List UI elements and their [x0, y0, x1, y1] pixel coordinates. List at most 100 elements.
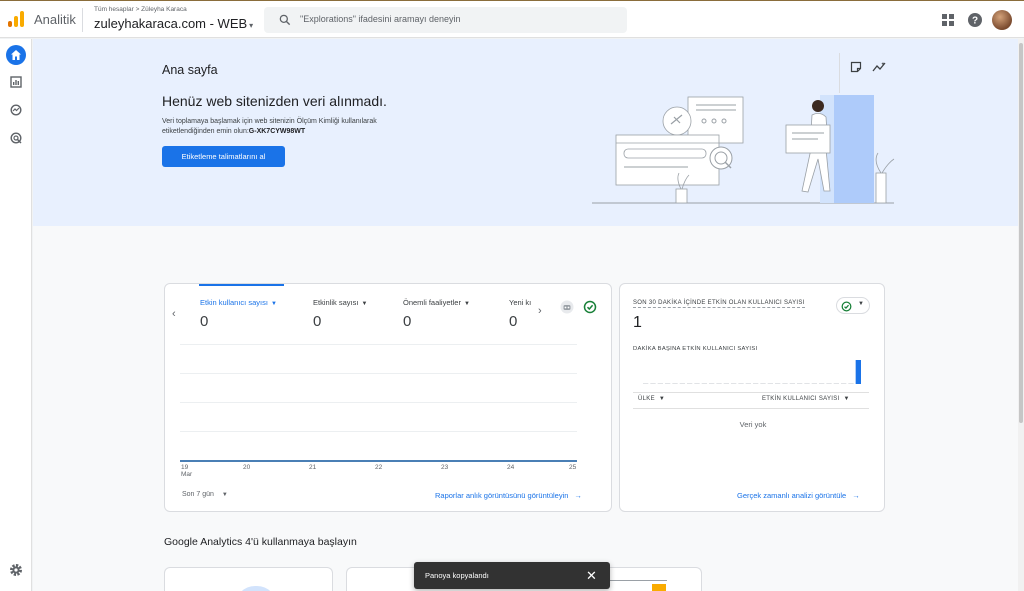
caret-down-icon: ▼ [361, 301, 368, 307]
card-illustration [235, 586, 277, 591]
main-content: Ana sayfa Henüz web sitenizden veri alın… [33, 39, 1018, 591]
caret-down-icon: ▼ [843, 396, 850, 402]
minute-bar [701, 383, 707, 384]
metrics-overview-card: ‹ Etkin kullanıcı sayısı ▼ 0 Etkinlik say… [164, 283, 612, 512]
x-tick: 24 [507, 464, 515, 471]
measurement-id: G-XK7CYW98WT [248, 128, 306, 135]
search-placeholder: "Explorations" ifadesini aramayı deneyin [300, 14, 461, 24]
realtime-status-menu[interactable]: ▼ [836, 297, 870, 314]
search-icon [279, 14, 291, 26]
tab-label: Yeni kı [509, 298, 532, 307]
divider [633, 408, 869, 409]
nav-reports[interactable] [6, 72, 26, 92]
analytics-logo-icon[interactable] [8, 11, 24, 27]
column-country[interactable]: ÜLKE ▼ [638, 396, 665, 402]
x-tick: 20 [243, 464, 251, 471]
tab-key-events[interactable]: Önemli faaliyetler ▼ 0 [403, 298, 470, 330]
target-icon [10, 132, 22, 144]
help-icon[interactable]: ? [967, 12, 983, 28]
left-navigation-rail [0, 39, 32, 591]
property-selector[interactable]: zuleyhakaraca.com - WEB ▾ [94, 16, 253, 31]
minute-bar [745, 383, 751, 384]
view-realtime-link[interactable]: Gerçek zamanlı analizi görüntüle → [737, 491, 860, 500]
header-divider [82, 8, 83, 32]
caret-down-icon: ▼ [463, 301, 470, 307]
minute-bar [679, 383, 685, 384]
caret-down-icon: ▼ [858, 301, 864, 307]
active-users-line [180, 460, 577, 462]
tab-new-users[interactable]: Yeni kı 0 [509, 298, 531, 330]
getting-started-card[interactable] [164, 567, 333, 591]
svg-text:?: ? [972, 16, 978, 27]
realtime-title[interactable]: SON 30 DAKİKA İÇİNDE ETKİN OLAN KULLANIC… [633, 300, 805, 308]
minute-bar [716, 383, 722, 384]
page-title: Ana sayfa [162, 63, 218, 77]
no-data-heading: Henüz web sitenizden veri alınmadı. [162, 93, 387, 109]
home-icon [11, 50, 21, 60]
minute-bar [731, 383, 737, 384]
date-range-selector[interactable]: Son 7 gün ▼ [182, 491, 228, 498]
tab-label: Önemli faaliyetler [403, 298, 461, 307]
caret-down-icon: ▼ [221, 492, 228, 498]
breadcrumb-separator: > [135, 6, 140, 13]
insights-icon[interactable] [872, 61, 886, 73]
check-circle-icon[interactable] [583, 300, 597, 314]
vertical-scrollbar[interactable] [1018, 39, 1024, 591]
minute-bar [687, 383, 693, 384]
minute-bar [782, 383, 788, 384]
arrow-right-icon: → [852, 491, 860, 500]
chevron-left-icon[interactable]: ‹ [172, 308, 176, 320]
check-circle-icon [841, 301, 852, 311]
x-tick: 25 [569, 464, 577, 471]
minute-bar [760, 383, 766, 384]
hero-tools [839, 53, 891, 93]
get-tagging-instructions-button[interactable]: Etiketleme talimatlarını al [162, 146, 285, 167]
avatar[interactable] [992, 10, 1012, 30]
column-active-users[interactable]: ETKİN KULLANICI SAYISI ▼ [762, 396, 850, 402]
close-icon[interactable]: ✕ [586, 568, 597, 584]
x-month: Mar [181, 471, 193, 478]
gear-icon[interactable] [8, 562, 24, 578]
apps-grid-icon[interactable] [940, 12, 956, 28]
divider [633, 392, 869, 393]
breadcrumb-account[interactable]: Züleyha Karaca [141, 6, 187, 13]
insights-bot-icon[interactable] [560, 300, 574, 314]
app-name[interactable]: Analitik [34, 12, 76, 27]
search-bar[interactable]: "Explorations" ifadesini aramayı deneyin [264, 7, 627, 33]
chevron-right-icon[interactable]: › [538, 305, 542, 317]
x-tick: 19 Mar [181, 464, 193, 478]
top-app-bar: Analitik Tüm hesaplar > Züleyha Karaca z… [0, 0, 1024, 38]
per-minute-subtitle: DAKİKA BAŞINA ETKİN KULLANICI SAYISI [633, 346, 758, 352]
minute-bar [797, 383, 803, 384]
minute-bar [841, 383, 847, 384]
minute-bar [672, 383, 678, 384]
nav-home[interactable] [6, 45, 26, 65]
minute-bar [833, 383, 839, 384]
nav-advertising[interactable] [6, 128, 26, 148]
account-breadcrumb[interactable]: Tüm hesaplar > Züleyha Karaca [94, 6, 187, 13]
metric-value: 0 [200, 313, 209, 330]
tab-event-count[interactable]: Etkinlik sayısı ▼ 0 [313, 298, 367, 330]
tab-label: Etkin kullanıcı sayısı [200, 298, 268, 307]
minute-bar [767, 383, 773, 384]
caret-down-icon: ▼ [658, 396, 666, 402]
note-icon[interactable] [850, 61, 862, 73]
minute-bar [643, 383, 649, 384]
minute-bar [723, 383, 729, 384]
realtime-card: SON 30 DAKİKA İÇİNDE ETKİN OLAN KULLANIC… [619, 283, 885, 512]
tab-active-users[interactable]: Etkin kullanıcı sayısı ▼ 0 [200, 298, 277, 330]
realtime-value: 1 [633, 314, 642, 331]
breadcrumb-all-accounts[interactable]: Tüm hesaplar [94, 6, 134, 13]
x-tick: 21 [309, 464, 317, 471]
getting-started-heading: Google Analytics 4'ü kullanmaya başlayın [164, 536, 357, 548]
view-reports-snapshot-link[interactable]: Raporlar anlık görüntüsünü görüntüleyin → [435, 491, 582, 500]
chevron-down-icon: ▾ [249, 21, 254, 30]
date-range-label: Son 7 gün [182, 491, 214, 498]
scrollbar-thumb[interactable] [1019, 43, 1023, 423]
nav-explore[interactable] [6, 100, 26, 120]
x-tick: 23 [441, 464, 449, 471]
per-minute-bar-chart [643, 360, 861, 384]
minute-bar [855, 360, 861, 384]
explore-icon [10, 104, 22, 116]
gridline [180, 431, 577, 432]
